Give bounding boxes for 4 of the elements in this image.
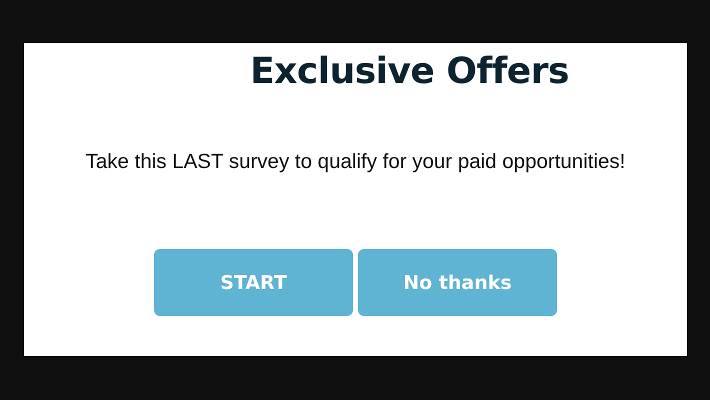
start-button[interactable]: START — [154, 249, 353, 316]
decline-button[interactable]: No thanks — [358, 249, 557, 316]
dialog-title: Exclusive Offers — [250, 51, 569, 93]
dialog-message: Take this LAST survey to qualify for your paid opportunities! — [86, 149, 626, 175]
